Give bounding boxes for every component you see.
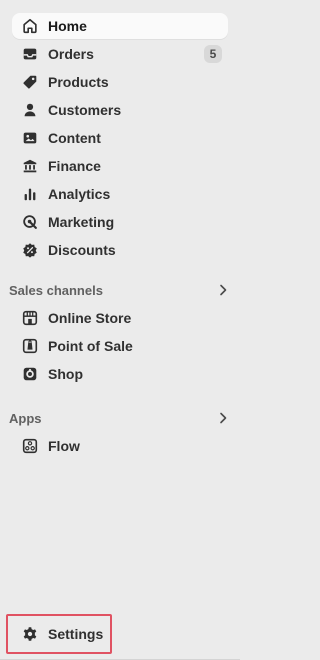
sidebar-item-label: Customers	[48, 102, 122, 118]
chevron-right-icon[interactable]	[215, 410, 231, 426]
inbox-icon	[20, 44, 40, 64]
section-title: Sales channels	[9, 282, 103, 298]
sidebar-item-shop[interactable]: Shop	[12, 361, 228, 387]
sidebar-item-label: Online Store	[48, 310, 132, 326]
sidebar-item-label: Orders	[48, 46, 94, 62]
discount-icon	[20, 240, 40, 260]
sidebar-item-label: Discounts	[48, 242, 116, 258]
sidebar-item-customers[interactable]: Customers	[12, 97, 228, 123]
sidebar-item-settings[interactable]: Settings	[12, 621, 112, 647]
sidebar-item-label: Products	[48, 74, 109, 90]
sidebar-item-discounts[interactable]: Discounts	[12, 237, 228, 263]
sidebar-item-label: Settings	[48, 626, 104, 642]
sidebar-item-home[interactable]: Home	[12, 13, 228, 39]
sidebar-item-content[interactable]: Content	[12, 125, 228, 151]
sidebar-item-online-store[interactable]: Online Store	[12, 305, 228, 331]
sidebar-item-products[interactable]: Products	[12, 69, 228, 95]
sales-channels-section-header[interactable]: Sales channels	[9, 279, 231, 301]
pos-icon	[20, 336, 40, 356]
sidebar-item-marketing[interactable]: Marketing	[12, 209, 228, 235]
chevron-right-icon[interactable]	[215, 282, 231, 298]
gear-icon	[20, 624, 40, 644]
sidebar-item-point-of-sale[interactable]: Point of Sale	[12, 333, 228, 359]
sidebar-item-analytics[interactable]: Analytics	[12, 181, 228, 207]
tag-icon	[20, 72, 40, 92]
flow-icon	[20, 436, 40, 456]
image-icon	[20, 128, 40, 148]
shop-icon	[20, 364, 40, 384]
sidebar-item-orders[interactable]: Orders 5	[12, 41, 228, 67]
section-title: Apps	[9, 410, 42, 426]
sidebar-item-label: Home	[48, 18, 87, 34]
target-icon	[20, 212, 40, 232]
apps-section-header[interactable]: Apps	[9, 407, 231, 429]
sidebar-item-label: Shop	[48, 366, 83, 382]
person-icon	[20, 100, 40, 120]
storefront-icon	[20, 308, 40, 328]
bar-chart-icon	[20, 184, 40, 204]
home-icon	[20, 16, 40, 36]
orders-count-badge: 5	[204, 45, 222, 63]
sidebar-item-finance[interactable]: Finance	[12, 153, 228, 179]
sidebar-item-label: Marketing	[48, 214, 115, 230]
sidebar-item-label: Finance	[48, 158, 101, 174]
sidebar-item-label: Flow	[48, 438, 80, 454]
sidebar-item-label: Point of Sale	[48, 338, 133, 354]
sidebar-item-label: Analytics	[48, 186, 111, 202]
sidebar-item-flow[interactable]: Flow	[12, 433, 228, 459]
sidebar-item-label: Content	[48, 130, 101, 146]
sidebar-nav: Home Orders 5 Products Customers Content	[0, 0, 240, 660]
bank-icon	[20, 156, 40, 176]
